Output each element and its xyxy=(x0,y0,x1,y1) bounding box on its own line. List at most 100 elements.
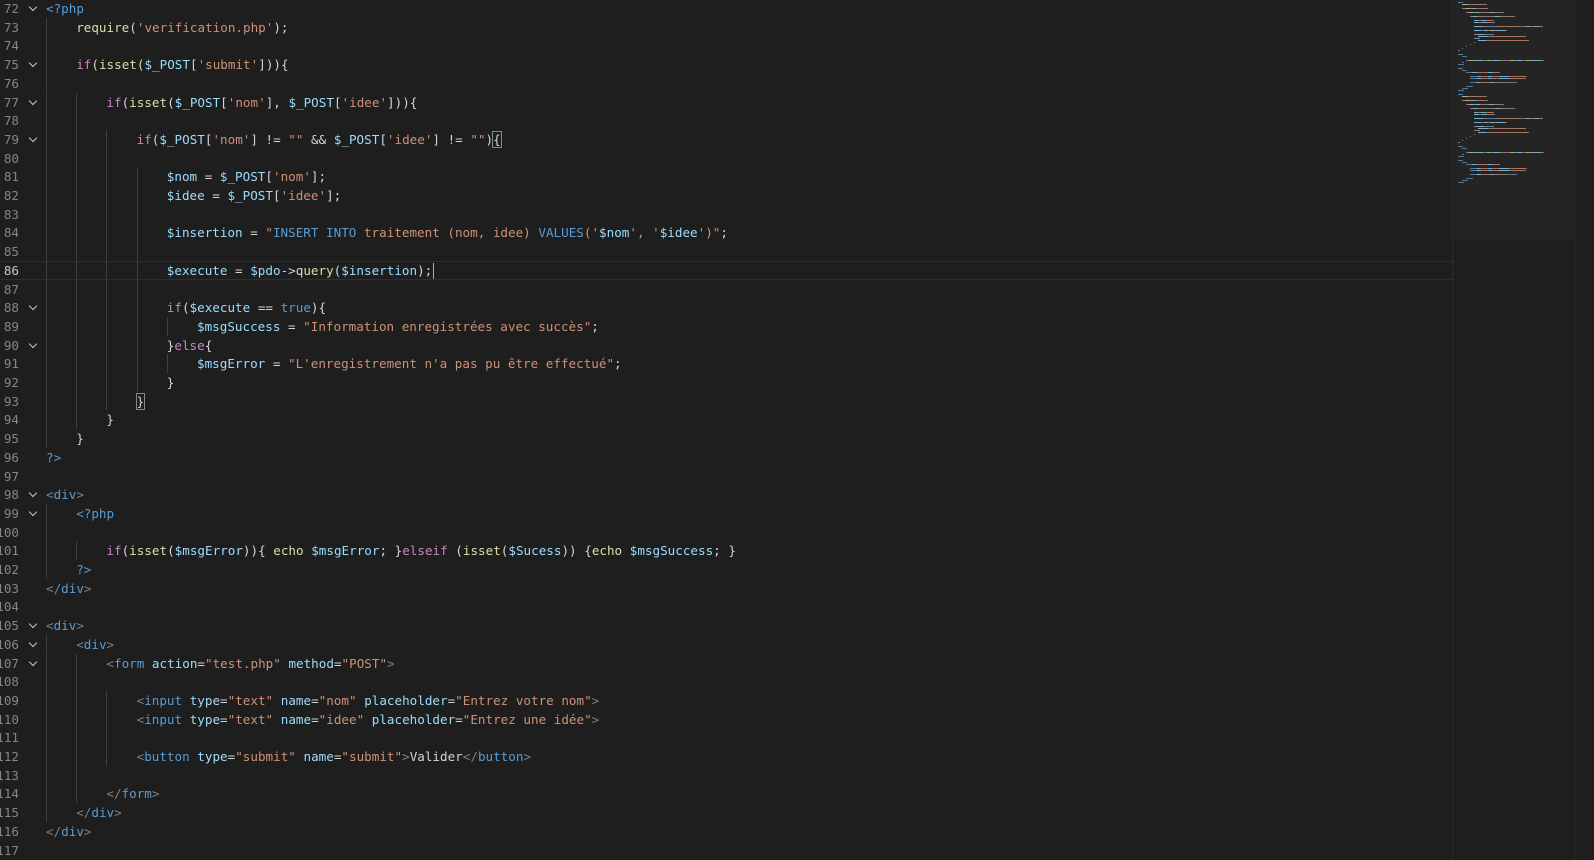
code-line[interactable]: 78 xyxy=(0,111,1474,130)
minimap-code-mark xyxy=(1526,168,1527,169)
fold-chevron-icon[interactable] xyxy=(26,616,40,635)
code-line[interactable]: 83 xyxy=(0,205,1474,224)
fold-chevron-icon[interactable] xyxy=(26,504,40,523)
code-line[interactable]: 108 xyxy=(0,672,1474,691)
code-line[interactable]: 75 if(isset($_POST['submit'])){ xyxy=(0,55,1474,74)
code-line[interactable]: 112 <button type="submit" name="submit">V… xyxy=(0,747,1474,766)
indent-guide xyxy=(46,410,47,430)
code-token: "text" xyxy=(227,711,274,727)
code-line[interactable]: 97 xyxy=(0,467,1474,486)
code-line[interactable]: 107 <form action="test.php" method="POST"… xyxy=(0,654,1474,673)
code-line[interactable]: 99 <?php xyxy=(0,504,1474,523)
fold-chevron-icon[interactable] xyxy=(26,635,40,654)
minimap-code-mark xyxy=(1462,62,1464,63)
code-line[interactable]: 81 $nom = $_POST['nom']; xyxy=(0,167,1474,186)
code-token: > xyxy=(83,823,92,839)
code-line[interactable]: 111 xyxy=(0,728,1474,747)
fold-chevron-icon[interactable] xyxy=(26,654,40,673)
code-area[interactable]: 72 <?php 73 require('verification.php'); 74 7… xyxy=(0,0,1474,860)
code-line[interactable]: 82 $idee = $_POST['idee']; xyxy=(0,186,1474,205)
minimap[interactable] xyxy=(1454,0,1574,860)
code-line[interactable]: 73 require('verification.php'); xyxy=(0,18,1474,37)
line-number: 93 xyxy=(3,393,19,409)
fold-chevron-icon[interactable] xyxy=(26,0,40,18)
indent-guide xyxy=(46,111,47,130)
code-line[interactable]: 101 if(isset($msgError)){ echo $msgError;… xyxy=(0,541,1474,560)
code-token: = xyxy=(242,225,266,241)
code-token: ( xyxy=(129,19,137,35)
code-token: 'idee' xyxy=(341,94,388,110)
code-line[interactable]: 98 <div> xyxy=(0,485,1474,504)
minimap-code-mark xyxy=(1499,164,1500,165)
code-line[interactable]: 76 xyxy=(0,74,1474,93)
indent-guide xyxy=(46,129,47,149)
indent-guide xyxy=(46,373,47,392)
code-line[interactable]: 109 <input type="text" name="nom" placeho… xyxy=(0,691,1474,710)
minimap-code-mark xyxy=(1487,26,1497,27)
minimap-code-mark xyxy=(1541,60,1544,61)
line-number: 90 xyxy=(3,337,19,353)
code-token: </ xyxy=(46,580,62,596)
code-line[interactable]: 106 <div> xyxy=(0,635,1474,654)
indent-guide xyxy=(106,260,108,280)
code-line[interactable]: 102 ?> xyxy=(0,560,1474,579)
code-text: ?> xyxy=(76,560,91,579)
code-line[interactable]: 72 <?php xyxy=(0,0,1474,18)
fold-chevron-icon[interactable] xyxy=(26,485,40,504)
minimap-code-mark xyxy=(1492,20,1494,21)
code-line[interactable]: 89 $msgSuccess = "Information enregistrée… xyxy=(0,317,1474,336)
code-token: if xyxy=(166,300,182,316)
vertical-scrollbar[interactable] xyxy=(1574,0,1594,860)
code-line[interactable]: 110 <input type="text" name="idee" placeh… xyxy=(0,710,1474,729)
code-text: <div> xyxy=(76,635,114,654)
fold-chevron-icon[interactable] xyxy=(26,55,40,74)
code-line[interactable]: 114 </form> xyxy=(0,784,1474,803)
line-number: 92 xyxy=(3,375,19,390)
minimap-code-mark xyxy=(1499,78,1509,79)
code-line[interactable]: 92} xyxy=(0,373,1474,392)
minimap-code-mark xyxy=(1474,118,1483,119)
code-line[interactable]: 86 $execute = $pdo->query($insertion); xyxy=(0,261,1474,280)
code-line[interactable]: 105 <div> xyxy=(0,616,1474,635)
fold-chevron-icon[interactable] xyxy=(26,93,40,112)
code-line[interactable]: 74 xyxy=(0,36,1474,55)
code-line[interactable]: 80 xyxy=(0,149,1474,168)
code-line[interactable]: 77 if(isset($_POST['nom'], $_POST['idee']… xyxy=(0,93,1474,112)
code-line[interactable]: 84 $insertion = "INSERT INTO traitement (… xyxy=(0,223,1474,242)
minimap-code-mark xyxy=(1478,72,1487,73)
code-line[interactable]: 115 </div> xyxy=(0,803,1474,822)
fold-chevron-icon[interactable] xyxy=(26,336,40,355)
code-line[interactable]: 88 if($execute == true){ xyxy=(0,298,1474,317)
line-number: 84 xyxy=(3,225,19,241)
code-line[interactable]: 104 xyxy=(0,597,1474,616)
line-number: 103 xyxy=(0,580,19,596)
code-line[interactable]: 113 xyxy=(0,766,1474,785)
fold-chevron-icon[interactable] xyxy=(26,298,40,317)
code-line[interactable]: 79 if($_POST['nom'] != "" && $_POST['idee… xyxy=(0,130,1474,149)
indent-guide xyxy=(106,129,108,149)
fold-chevron-icon[interactable] xyxy=(26,130,40,149)
minimap-code-mark xyxy=(1525,170,1526,171)
minimap-code-mark xyxy=(1472,178,1473,179)
code-line[interactable]: 96 ?> xyxy=(0,448,1474,467)
code-line[interactable]: 90}else{ xyxy=(0,336,1474,355)
code-editor[interactable]: 72 <?php 73 require('verification.php'); 74 7… xyxy=(0,0,1594,860)
code-line[interactable]: 117 xyxy=(0,841,1474,860)
code-token: INSERT INTO xyxy=(272,225,357,241)
code-line[interactable]: 116 </div> xyxy=(0,822,1474,841)
code-line[interactable]: 100 xyxy=(0,523,1474,542)
code-token: isset xyxy=(129,94,168,110)
code-line[interactable]: 85 xyxy=(0,242,1474,261)
minimap-code-mark xyxy=(1458,94,1463,95)
code-line[interactable]: 95} xyxy=(0,429,1474,448)
code-token: = xyxy=(455,711,463,727)
code-line[interactable]: 93} xyxy=(0,392,1474,411)
code-line[interactable]: 94} xyxy=(0,410,1474,429)
indent-guide xyxy=(46,73,47,93)
code-line[interactable]: 91 $msgError = "L'enregistrement n'a pas … xyxy=(0,354,1474,373)
code-line[interactable]: 103 </div> xyxy=(0,579,1474,598)
code-token: $_POST xyxy=(288,94,334,110)
indent-guide xyxy=(76,373,78,392)
code-line[interactable]: 87 xyxy=(0,280,1474,299)
